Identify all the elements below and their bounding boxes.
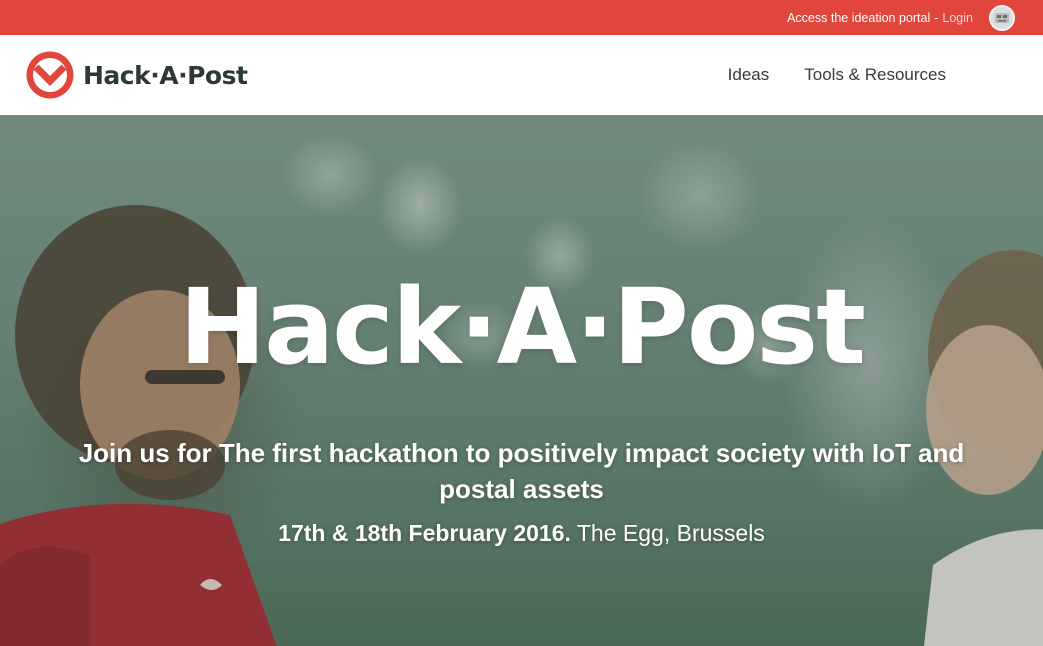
top-utility-bar: Access the ideation portal - Login (0, 0, 1043, 35)
nav-item-tools-resources[interactable]: Tools & Resources (804, 65, 946, 85)
hero-subtitle: Join us for The first hackathon to posit… (78, 438, 965, 504)
main-navbar: Hack·A·Post Ideas Tools & Resources (0, 35, 1043, 115)
primary-nav: Ideas Tools & Resources (728, 35, 946, 115)
hero-event-date: 17th & 18th February 2016. The Egg, Brus… (0, 519, 1043, 547)
logo-text: Hack·A·Post (83, 60, 248, 90)
event-location: The Egg, Brussels (570, 520, 765, 546)
user-avatar-icon[interactable] (989, 4, 1015, 31)
site-logo[interactable]: Hack·A·Post (25, 51, 248, 99)
envelope-check-logo-icon (26, 51, 74, 99)
separator: - (934, 10, 939, 25)
nav-item-ideas[interactable]: Ideas (728, 65, 770, 85)
hero-title: Hack·A·Post (179, 266, 866, 388)
ideation-portal-text: Access the ideation portal (787, 10, 931, 25)
event-date: 17th & 18th February 2016. (278, 520, 571, 546)
hero-banner: Hack·A·Post Join us for The first hackat… (0, 115, 1043, 646)
login-link[interactable]: Login (942, 11, 973, 25)
